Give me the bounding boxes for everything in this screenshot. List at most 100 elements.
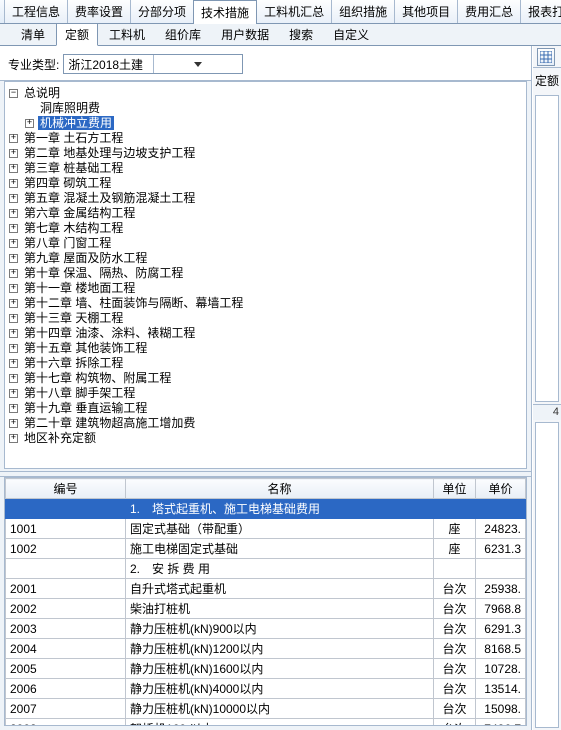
expand-icon[interactable] [9,134,18,143]
tree-node[interactable]: 第六章 金属结构工程 [22,206,137,220]
primary-tab[interactable]: 其他项目 [394,0,458,23]
cell-name[interactable]: 1. 塔式起重机、施工电梯基础费用 [126,499,434,519]
tree-node[interactable]: 机械冲立费用 [38,116,114,130]
table-row[interactable]: 1. 塔式起重机、施工电梯基础费用 [6,499,526,519]
cell-name[interactable]: 静力压桩机(kN)900以内 [126,619,434,639]
expand-icon[interactable] [9,254,18,263]
tree-node[interactable]: 第四章 砌筑工程 [22,176,113,190]
tree-node[interactable]: 总说明 [22,86,62,100]
cell-name[interactable]: 静力压桩机(kN)10000以内 [126,699,434,719]
expand-icon[interactable] [25,119,34,128]
tree-node[interactable]: 第七章 木结构工程 [22,221,125,235]
cell-name[interactable]: 2. 安 拆 费 用 [126,559,434,579]
col-name[interactable]: 名称 [126,479,434,499]
secondary-tab[interactable]: 组价库 [156,23,210,45]
table-row[interactable]: 2006静力压桩机(kN)4000以内台次13514. [6,679,526,699]
cell-id[interactable]: 1002 [6,539,126,559]
expand-icon[interactable] [9,374,18,383]
cell-name[interactable]: 静力压桩机(kN)4000以内 [126,679,434,699]
cell-id[interactable] [6,499,126,519]
cell-unit[interactable]: 台次 [434,639,476,659]
expand-icon[interactable] [9,149,18,158]
right-panel-tab[interactable]: 定额 [533,68,561,93]
item-grid[interactable]: 编号 名称 单位 单价 1. 塔式起重机、施工电梯基础费用1001固定式基础（带… [4,477,527,726]
expand-icon[interactable] [9,404,18,413]
cell-price[interactable]: 13514. [476,679,526,699]
table-row[interactable]: 2003静力压桩机(kN)900以内台次6291.3 [6,619,526,639]
expand-icon[interactable] [9,419,18,428]
cell-price[interactable]: 10728. [476,659,526,679]
col-price[interactable]: 单价 [476,479,526,499]
expand-icon[interactable] [9,284,18,293]
tree-node[interactable]: 第十九章 垂直运输工程 [22,401,149,415]
secondary-tab[interactable]: 搜索 [280,23,322,45]
category-tree[interactable]: 总说明洞库照明费机械冲立费用第一章 土石方工程第二章 地基处理与边坡支护工程第三… [4,81,527,469]
table-row[interactable]: 2007静力压桩机(kN)10000以内台次15098. [6,699,526,719]
cell-unit[interactable]: 台次 [434,679,476,699]
cell-price[interactable]: 6231.3 [476,539,526,559]
cell-id[interactable]: 2003 [6,619,126,639]
secondary-tab[interactable]: 定额 [56,23,98,46]
tree-node[interactable]: 第九章 屋面及防水工程 [22,251,149,265]
table-row[interactable]: 2008架桥机160t以内台次7486.7 [6,719,526,727]
tree-node[interactable]: 第五章 混凝土及钢筋混凝土工程 [22,191,197,205]
tree-node[interactable]: 第十六章 拆除工程 [22,356,125,370]
cell-name[interactable]: 架桥机160t以内 [126,719,434,727]
cell-name[interactable]: 柴油打桩机 [126,599,434,619]
cell-price[interactable]: 25938. [476,579,526,599]
tree-node[interactable]: 第八章 门窗工程 [22,236,113,250]
tree-node[interactable]: 第十章 保温、隔热、防腐工程 [22,266,185,280]
primary-tab[interactable]: 费率设置 [67,0,131,23]
cell-id[interactable]: 1001 [6,519,126,539]
cell-id[interactable]: 2007 [6,699,126,719]
cell-id[interactable]: 2005 [6,659,126,679]
tree-node[interactable]: 第十八章 脚手架工程 [22,386,137,400]
cell-id[interactable]: 2004 [6,639,126,659]
primary-tab[interactable]: 组织措施 [331,0,395,23]
cell-name[interactable]: 静力压桩机(kN)1600以内 [126,659,434,679]
primary-tab[interactable]: 分部分项 [130,0,194,23]
expand-icon[interactable] [9,164,18,173]
expand-icon[interactable] [9,314,18,323]
cell-name[interactable]: 固定式基础（带配重） [126,519,434,539]
cell-id[interactable]: 2008 [6,719,126,727]
primary-tab[interactable]: 工料机汇总 [256,0,332,23]
cell-price[interactable]: 6291.3 [476,619,526,639]
cell-price[interactable]: 15098. [476,699,526,719]
secondary-tab[interactable]: 用户数据 [212,23,278,45]
tree-node[interactable]: 第十二章 墙、柱面装饰与隔断、幕墙工程 [22,296,245,310]
table-row[interactable]: 2005静力压桩机(kN)1600以内台次10728. [6,659,526,679]
tree-node[interactable]: 第十七章 构筑物、附属工程 [22,371,173,385]
table-row[interactable]: 2004静力压桩机(kN)1200以内台次8168.5 [6,639,526,659]
cell-unit[interactable]: 台次 [434,579,476,599]
table-row[interactable]: 2002柴油打桩机台次7968.8 [6,599,526,619]
tree-node[interactable]: 洞库照明费 [38,101,102,115]
primary-tab[interactable]: 费用汇总 [457,0,521,23]
expand-icon[interactable] [9,434,18,443]
cell-name[interactable]: 静力压桩机(kN)1200以内 [126,639,434,659]
cell-id[interactable]: 2006 [6,679,126,699]
cell-id[interactable] [6,559,126,579]
tree-node[interactable]: 地区补充定额 [22,431,98,445]
cell-price[interactable]: 7486.7 [476,719,526,727]
cell-unit[interactable]: 座 [434,519,476,539]
expand-icon[interactable] [9,269,18,278]
cell-unit[interactable]: 座 [434,539,476,559]
tree-node[interactable]: 第二章 地基处理与边坡支护工程 [22,146,197,160]
tree-node[interactable]: 第十一章 楼地面工程 [22,281,137,295]
expand-icon[interactable] [9,299,18,308]
cell-id[interactable]: 2002 [6,599,126,619]
expand-icon[interactable] [9,209,18,218]
table-row[interactable]: 1001固定式基础（带配重）座24823. [6,519,526,539]
table-row[interactable]: 2. 安 拆 费 用 [6,559,526,579]
tree-node[interactable]: 第十五章 其他装饰工程 [22,341,149,355]
cell-unit[interactable] [434,559,476,579]
cell-price[interactable]: 7968.8 [476,599,526,619]
cell-unit[interactable]: 台次 [434,659,476,679]
expand-icon[interactable] [9,344,18,353]
primary-tab[interactable]: 技术措施 [193,0,257,24]
cell-price[interactable] [476,559,526,579]
col-unit[interactable]: 单位 [434,479,476,499]
tree-node[interactable]: 第十三章 天棚工程 [22,311,125,325]
cell-unit[interactable] [434,499,476,519]
